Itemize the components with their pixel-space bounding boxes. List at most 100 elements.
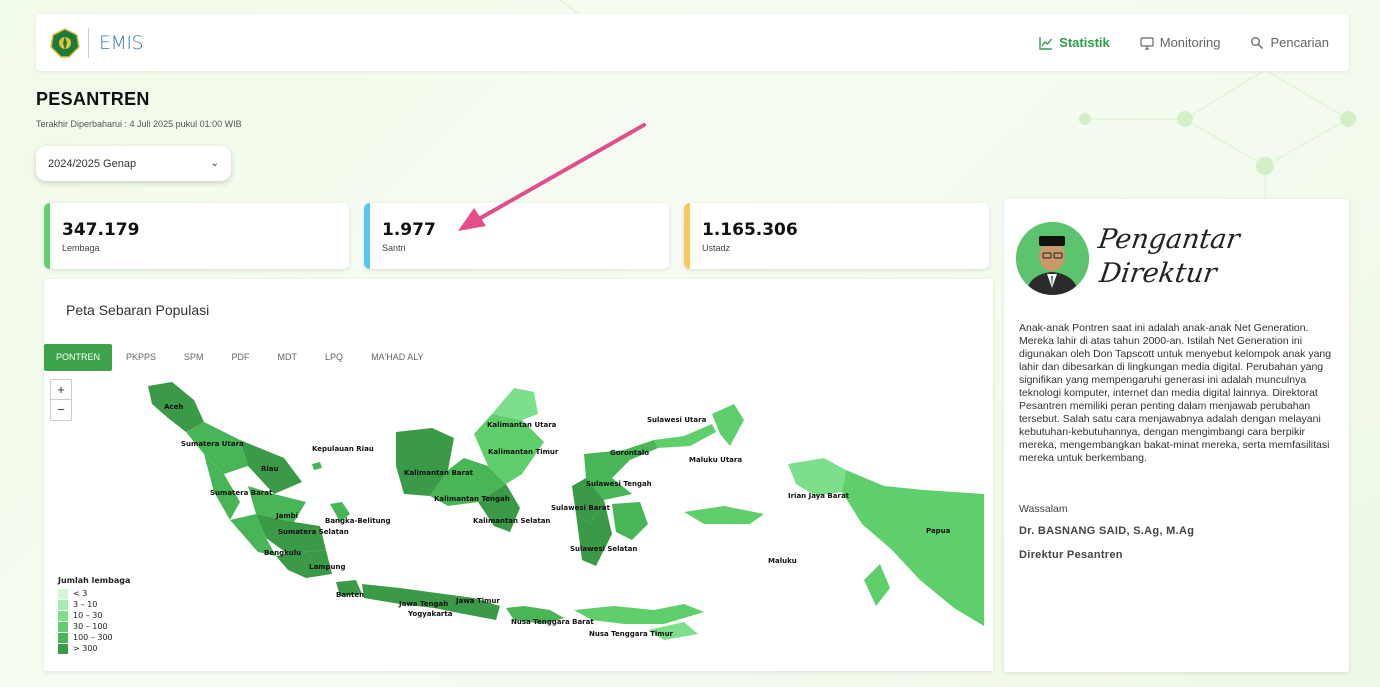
kemenag-logo-icon[interactable] <box>50 27 80 58</box>
page-title: PESANTREN <box>36 89 150 109</box>
indonesia-map[interactable]: Aceh Sumatera Utara Riau Kepulauan Riau … <box>44 374 993 671</box>
legend-swatch <box>58 632 68 643</box>
stat-card-accent <box>44 203 50 269</box>
director-heading-line2: Direktur <box>1097 258 1219 289</box>
legend-row: 100 – 300 <box>58 632 130 643</box>
legend-label: > 300 <box>73 644 98 653</box>
legend-row: 30 – 100 <box>58 621 130 632</box>
tab-pontren[interactable]: PONTREN <box>44 344 113 371</box>
map-label: Bangka-Belitung <box>325 517 391 525</box>
region-irian-jaya-barat <box>788 458 846 496</box>
legend-swatch <box>58 588 68 599</box>
director-panel: Pengantar Direktur Anak-anak Pontren saa… <box>1004 199 1349 672</box>
legend-label: 3 – 10 <box>73 600 98 609</box>
region-kep-riau <box>312 462 322 470</box>
legend-title: Jumlah lembaga <box>58 576 131 585</box>
period-select-value: 2024/2025 Genap <box>48 157 137 170</box>
annotation-arrow-icon <box>458 123 646 231</box>
tab-spm[interactable]: SPM <box>170 344 218 371</box>
tab-lpq[interactable]: LPQ <box>311 344 357 371</box>
map-label: Nusa Tenggara Timur <box>589 630 674 638</box>
region-sulawesi-utara <box>654 424 716 448</box>
nav-statistik-label: Statistik <box>1059 35 1110 50</box>
tab-pdf[interactable]: PDF <box>218 344 264 371</box>
map-label: Papua <box>926 527 951 535</box>
map-tabs: PONTREN PKPPS SPM PDF MDT LPQ MA'HAD ALY <box>44 344 438 371</box>
nav-monitoring[interactable]: Monitoring <box>1140 35 1221 50</box>
map-label: Kalimantan Tengah <box>434 495 510 503</box>
map-label: Gorontalo <box>610 449 649 457</box>
legend-label: < 3 <box>73 589 88 598</box>
legend-swatch <box>58 610 68 621</box>
map-label: Sumatera Utara <box>181 440 244 448</box>
map-label: Sulawesi Selatan <box>570 545 637 553</box>
region-maluku-tenggara <box>864 564 890 606</box>
region-sulawesi-tenggara <box>612 502 648 540</box>
search-icon <box>1251 36 1264 49</box>
nav-monitoring-label: Monitoring <box>1159 35 1221 50</box>
region-kalimantan-utara <box>492 388 538 420</box>
map-zoom-control: + − <box>50 379 72 421</box>
nav-pencarian-label: Pencarian <box>1270 35 1329 50</box>
legend-row: > 300 <box>58 643 130 654</box>
map-label: Aceh <box>164 403 183 411</box>
map-label: Kalimantan Timur <box>488 448 559 456</box>
stat-value: 347.179 <box>62 220 140 240</box>
region-sumatera-utara <box>186 422 248 474</box>
map-label: Kalimantan Utara <box>487 421 557 429</box>
legend-row: < 3 <box>58 588 130 599</box>
map-label: Maluku <box>768 557 797 565</box>
map-label: Sulawesi Barat <box>551 504 611 512</box>
map-label: Kalimantan Selatan <box>473 517 550 525</box>
map-legend: Jumlah lembaga < 3 3 – 10 10 – 30 30 – 1… <box>58 576 130 654</box>
map-label: Jawa Timur <box>455 597 500 605</box>
legend-swatch <box>58 643 68 654</box>
stat-value: 1.165.306 <box>702 220 798 240</box>
stat-label: Lembaga <box>62 243 100 253</box>
map-label: Bengkulu <box>264 549 301 557</box>
top-navbar: EMIS Statistik Monitoring Pencarian <box>36 14 1349 71</box>
zoom-out-button[interactable]: − <box>51 400 71 420</box>
legend-swatch <box>58 621 68 632</box>
map-label: Sulawesi Tengah <box>586 480 652 488</box>
monitor-icon <box>1140 36 1154 50</box>
tab-mahad-aly[interactable]: MA'HAD ALY <box>357 344 438 371</box>
map-label: Kepulauan Riau <box>312 445 374 453</box>
map-label: Yogyakarta <box>407 610 453 618</box>
map-label: Riau <box>261 465 279 473</box>
map-title: Peta Sebaran Populasi <box>66 302 210 318</box>
nav-links: Statistik Monitoring Pencarian <box>1039 35 1329 50</box>
chart-line-icon <box>1039 36 1053 50</box>
director-heading: Pengantar Direktur <box>1091 223 1242 291</box>
stat-label: Ustadz <box>702 243 731 253</box>
director-role: Direktur Pesantren <box>1019 549 1123 561</box>
logo-divider <box>88 27 89 58</box>
legend-label: 10 – 30 <box>73 611 103 620</box>
director-message: Anak-anak Pontren saat ini adalah anak-a… <box>1019 322 1332 464</box>
map-label: Banten <box>336 591 364 599</box>
legend-swatch <box>58 599 68 610</box>
director-heading-line1: Pengantar <box>1096 224 1242 255</box>
stat-card-ustadz: 1.165.306 Ustadz <box>684 203 989 269</box>
emis-logo[interactable]: EMIS <box>99 32 144 54</box>
map-panel: Peta Sebaran Populasi PONTREN PKPPS SPM … <box>44 279 993 671</box>
nav-pencarian[interactable]: Pencarian <box>1250 35 1329 50</box>
region-maluku-utara <box>712 404 744 446</box>
tab-mdt[interactable]: MDT <box>264 344 312 371</box>
tab-pkpps[interactable]: PKPPS <box>112 344 170 371</box>
director-name: Dr. BASNANG SAID, S.Ag, M.Ag <box>1019 525 1195 537</box>
legend-label: 100 – 300 <box>73 633 113 642</box>
map-label: Jawa Tengah <box>398 600 448 608</box>
zoom-in-button[interactable]: + <box>51 380 71 400</box>
map-label: Maluku Utara <box>689 456 742 464</box>
nav-statistik[interactable]: Statistik <box>1039 35 1110 50</box>
chevron-down-icon: ⌄ <box>210 158 219 169</box>
map-label: Jambi <box>275 512 298 520</box>
legend-row: 3 – 10 <box>58 599 130 610</box>
legend-row: 10 – 30 <box>58 610 130 621</box>
period-select[interactable]: 2024/2025 Genap ⌄ <box>36 146 231 181</box>
region-maluku <box>684 506 764 524</box>
director-closing: Wassalam <box>1019 503 1068 515</box>
map-label: Sumatera Selatan <box>278 528 349 536</box>
legend-label: 30 – 100 <box>73 622 108 631</box>
